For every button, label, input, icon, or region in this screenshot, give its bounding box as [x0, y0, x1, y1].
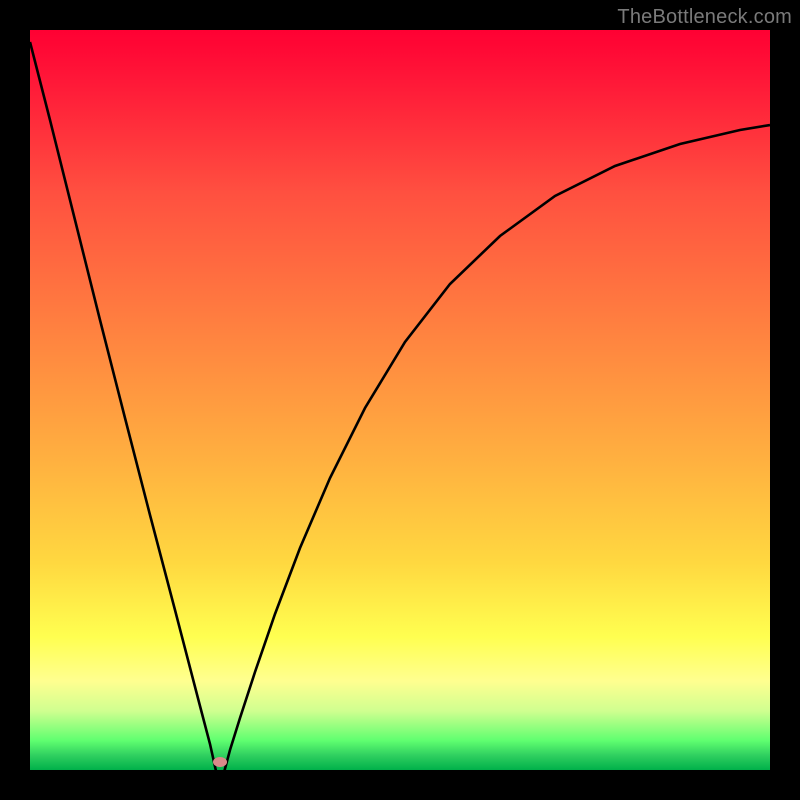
chart-frame: TheBottleneck.com — [0, 0, 800, 800]
bottleneck-curve — [30, 30, 770, 770]
min-point-marker — [213, 757, 227, 767]
plot-area — [30, 30, 770, 770]
watermark-text: TheBottleneck.com — [617, 6, 792, 29]
